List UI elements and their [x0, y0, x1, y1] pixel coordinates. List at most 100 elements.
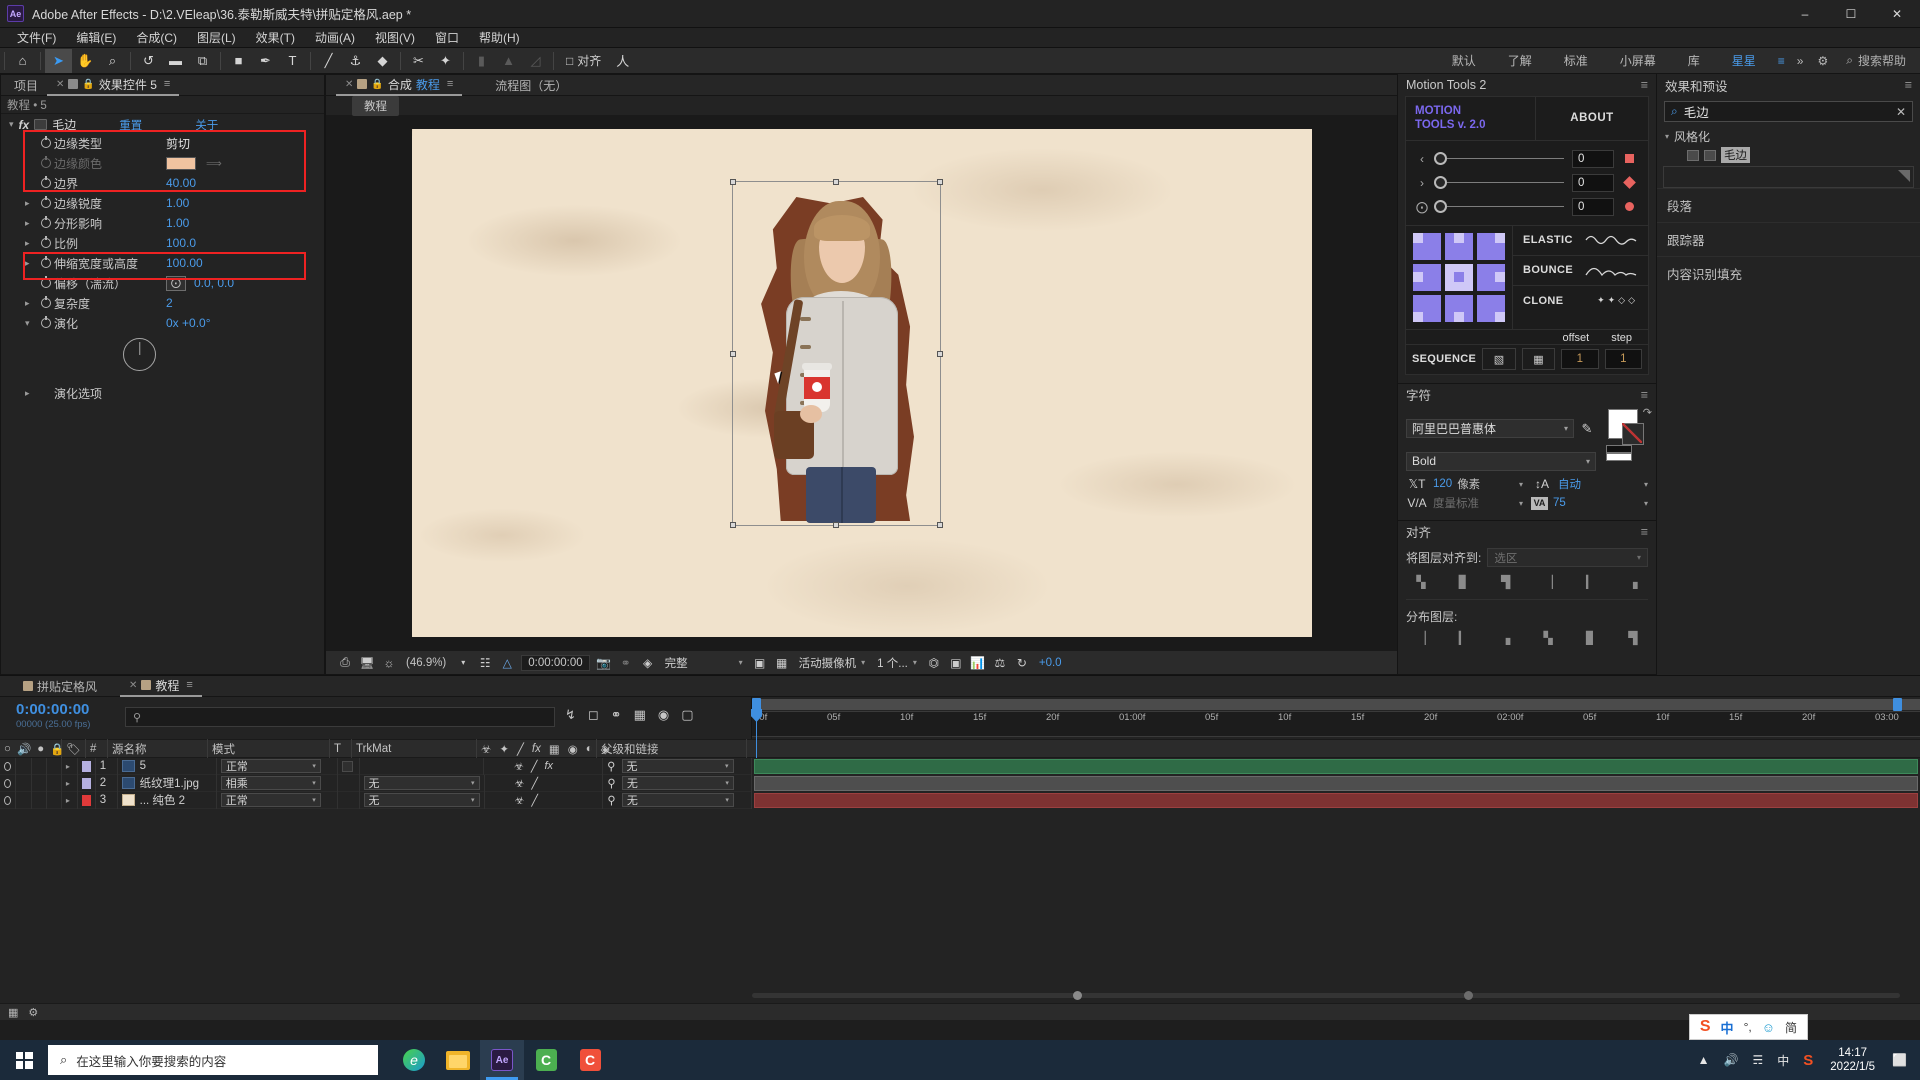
section-tracker[interactable]: 跟踪器: [1657, 222, 1920, 256]
elastic-preset[interactable]: ELASTIC: [1513, 226, 1648, 256]
effects-category-stylize[interactable]: ▾ 风格化: [1661, 127, 1916, 146]
stopwatch-icon[interactable]: [38, 158, 54, 168]
close-button[interactable]: ✕: [1874, 0, 1920, 28]
disclosure-triangle-icon[interactable]: ▸: [66, 796, 70, 805]
parent-pick-whip-icon[interactable]: ⚲: [607, 793, 615, 807]
notification-center-icon[interactable]: ⬜: [1885, 1053, 1914, 1067]
disclosure-triangle-icon[interactable]: ▸: [25, 238, 38, 249]
workspace-default[interactable]: 默认: [1436, 49, 1492, 72]
slider-track[interactable]: [1447, 182, 1564, 183]
graph-editor-icon[interactable]: ▢: [681, 707, 693, 723]
comp-canvas[interactable]: [412, 129, 1312, 637]
blend-mode-select[interactable]: 正常 ▾: [221, 759, 321, 773]
param-value[interactable]: 0x +0.0°: [166, 316, 211, 330]
panel-menu-icon[interactable]: ≡: [1641, 525, 1648, 539]
timeline-track-area[interactable]: [752, 758, 1920, 1003]
parent-pick-whip-icon[interactable]: ⚲: [607, 776, 615, 790]
ime-mode-chinese[interactable]: 中: [1721, 1018, 1734, 1037]
kerning-field[interactable]: V/A 度量标准 ▾: [1406, 494, 1523, 513]
composition-viewer[interactable]: [326, 116, 1397, 650]
anchor-top-right[interactable]: [1477, 233, 1505, 260]
after-effects-icon[interactable]: Ae: [480, 1040, 524, 1080]
workspace-library[interactable]: 库: [1672, 49, 1716, 72]
label-color-chip[interactable]: [82, 761, 91, 772]
parent-select[interactable]: 无 ▾: [622, 776, 734, 790]
lock-icon[interactable]: 🔒: [371, 79, 383, 90]
workspace-small-screen[interactable]: 小屏幕: [1604, 49, 1672, 72]
tab-project[interactable]: 项目: [5, 75, 47, 96]
volume-icon[interactable]: 🔊: [1717, 1053, 1746, 1067]
anchor-middle-left[interactable]: [1413, 264, 1441, 291]
distribute-top-icon[interactable]: ▕: [1408, 629, 1434, 647]
slider-track[interactable]: [1447, 206, 1564, 207]
keyframe-diamond-icon[interactable]: [1614, 178, 1644, 187]
distribute-vertical-center-icon[interactable]: ▎: [1450, 629, 1476, 647]
layer-selection-box[interactable]: [732, 181, 941, 526]
slider-value[interactable]: 0: [1572, 150, 1614, 168]
param-value[interactable]: 2: [166, 296, 173, 310]
t-toggle[interactable]: [342, 761, 353, 772]
hand-tool-icon[interactable]: ✋: [72, 49, 99, 73]
stopwatch-icon[interactable]: [38, 178, 54, 188]
region-of-interest-icon[interactable]: ☷: [474, 652, 496, 674]
panel-menu-icon[interactable]: ≡: [1641, 78, 1648, 92]
param-row-evolution-options[interactable]: ▸ 演化选项: [1, 383, 324, 403]
camera-tool-icon[interactable]: ▬: [162, 49, 189, 73]
align-right-icon[interactable]: ◿: [522, 49, 549, 73]
anchor-center[interactable]: [1445, 264, 1473, 291]
param-row-border[interactable]: 边界 40.00: [1, 173, 324, 193]
comp-subtab-tutorial[interactable]: 教程: [352, 96, 399, 116]
param-row-evolution[interactable]: ▾ 演化 0x +0.0°: [1, 313, 324, 333]
brush-tool-icon[interactable]: ╱: [315, 49, 342, 73]
workspace-overflow-icon[interactable]: »: [1791, 51, 1810, 71]
panel-menu-icon[interactable]: ≡: [447, 78, 453, 90]
alpha-icon[interactable]: ▦: [771, 652, 793, 674]
param-row-scale[interactable]: ▸ 比例 100.0: [1, 233, 324, 253]
menu-help[interactable]: 帮助(H): [469, 27, 530, 48]
snapshot-icon[interactable]: 📷: [593, 652, 615, 674]
rulers-icon[interactable]: ▣: [945, 652, 967, 674]
start-button[interactable]: [0, 1040, 48, 1080]
param-value[interactable]: 40.00: [166, 176, 196, 190]
mask-icon[interactable]: ▣: [749, 652, 771, 674]
ime-indicator[interactable]: 中: [1770, 1052, 1796, 1069]
parent-link-column-header[interactable]: 父级和链接: [597, 739, 747, 758]
about-button[interactable]: ABOUT: [1536, 97, 1648, 140]
timeline-zoom-slider[interactable]: [752, 990, 1900, 1001]
time-ruler[interactable]: 00f 05f 10f 15f 20f 01:00f 05f 10f 15f 2…: [752, 711, 1920, 737]
close-icon[interactable]: ✕: [129, 680, 137, 691]
step-value[interactable]: 1: [1605, 349, 1642, 369]
stopwatch-icon[interactable]: [38, 218, 54, 228]
timeline-search-input[interactable]: ⚲: [125, 707, 555, 727]
visibility-icon[interactable]: [4, 796, 11, 805]
menu-effect[interactable]: 效果(T): [246, 27, 305, 48]
offset-value[interactable]: 1: [1561, 349, 1598, 369]
trkmat-select[interactable]: 无 ▾: [364, 776, 480, 790]
parent-select[interactable]: 无 ▾: [622, 759, 734, 773]
transparency-grid-icon[interactable]: △: [496, 652, 518, 674]
selection-tool-icon[interactable]: ➤: [45, 49, 72, 73]
zoom-slider-knob[interactable]: [1073, 991, 1082, 1000]
zoom-slider-knob-2[interactable]: [1464, 991, 1473, 1000]
layer-track-bar[interactable]: [754, 759, 1918, 774]
help-search[interactable]: ⌕ 搜索帮助: [1836, 52, 1916, 69]
section-paragraph[interactable]: 段落: [1657, 188, 1920, 222]
composition-mini-flowchart-icon[interactable]: ↯: [565, 707, 576, 723]
visibility-icon[interactable]: [4, 779, 11, 788]
tab-effect-controls[interactable]: ✕ 🔒 效果控件 5 ≡: [47, 75, 179, 96]
tab-timeline-tiepaste[interactable]: 拼贴定格风: [14, 676, 106, 697]
align-vertical-center-icon[interactable]: ▎: [1578, 573, 1604, 591]
align-horizontal-center-icon[interactable]: ▊: [1450, 573, 1476, 591]
clone-preset[interactable]: CLONE ✦✦◇◇: [1513, 286, 1648, 316]
quality-icon[interactable]: ╱: [531, 777, 538, 790]
disclosure-triangle-icon[interactable]: ▸: [25, 198, 38, 209]
minimize-button[interactable]: –: [1782, 0, 1828, 28]
exposure-value[interactable]: +0.0: [1033, 657, 1068, 669]
leading-field[interactable]: ↕A 自动 ▾: [1531, 475, 1648, 494]
align-right-icon[interactable]: ▜: [1493, 573, 1519, 591]
effects-search-input[interactable]: ⌕ 毛边 ✕: [1664, 101, 1913, 122]
magnification-value[interactable]: (46.9%): [400, 657, 452, 669]
app-green-icon[interactable]: C: [524, 1040, 568, 1080]
mode-column-header[interactable]: 模式: [208, 739, 330, 758]
font-family-select[interactable]: 阿里巴巴普惠体 ▾: [1406, 419, 1574, 438]
